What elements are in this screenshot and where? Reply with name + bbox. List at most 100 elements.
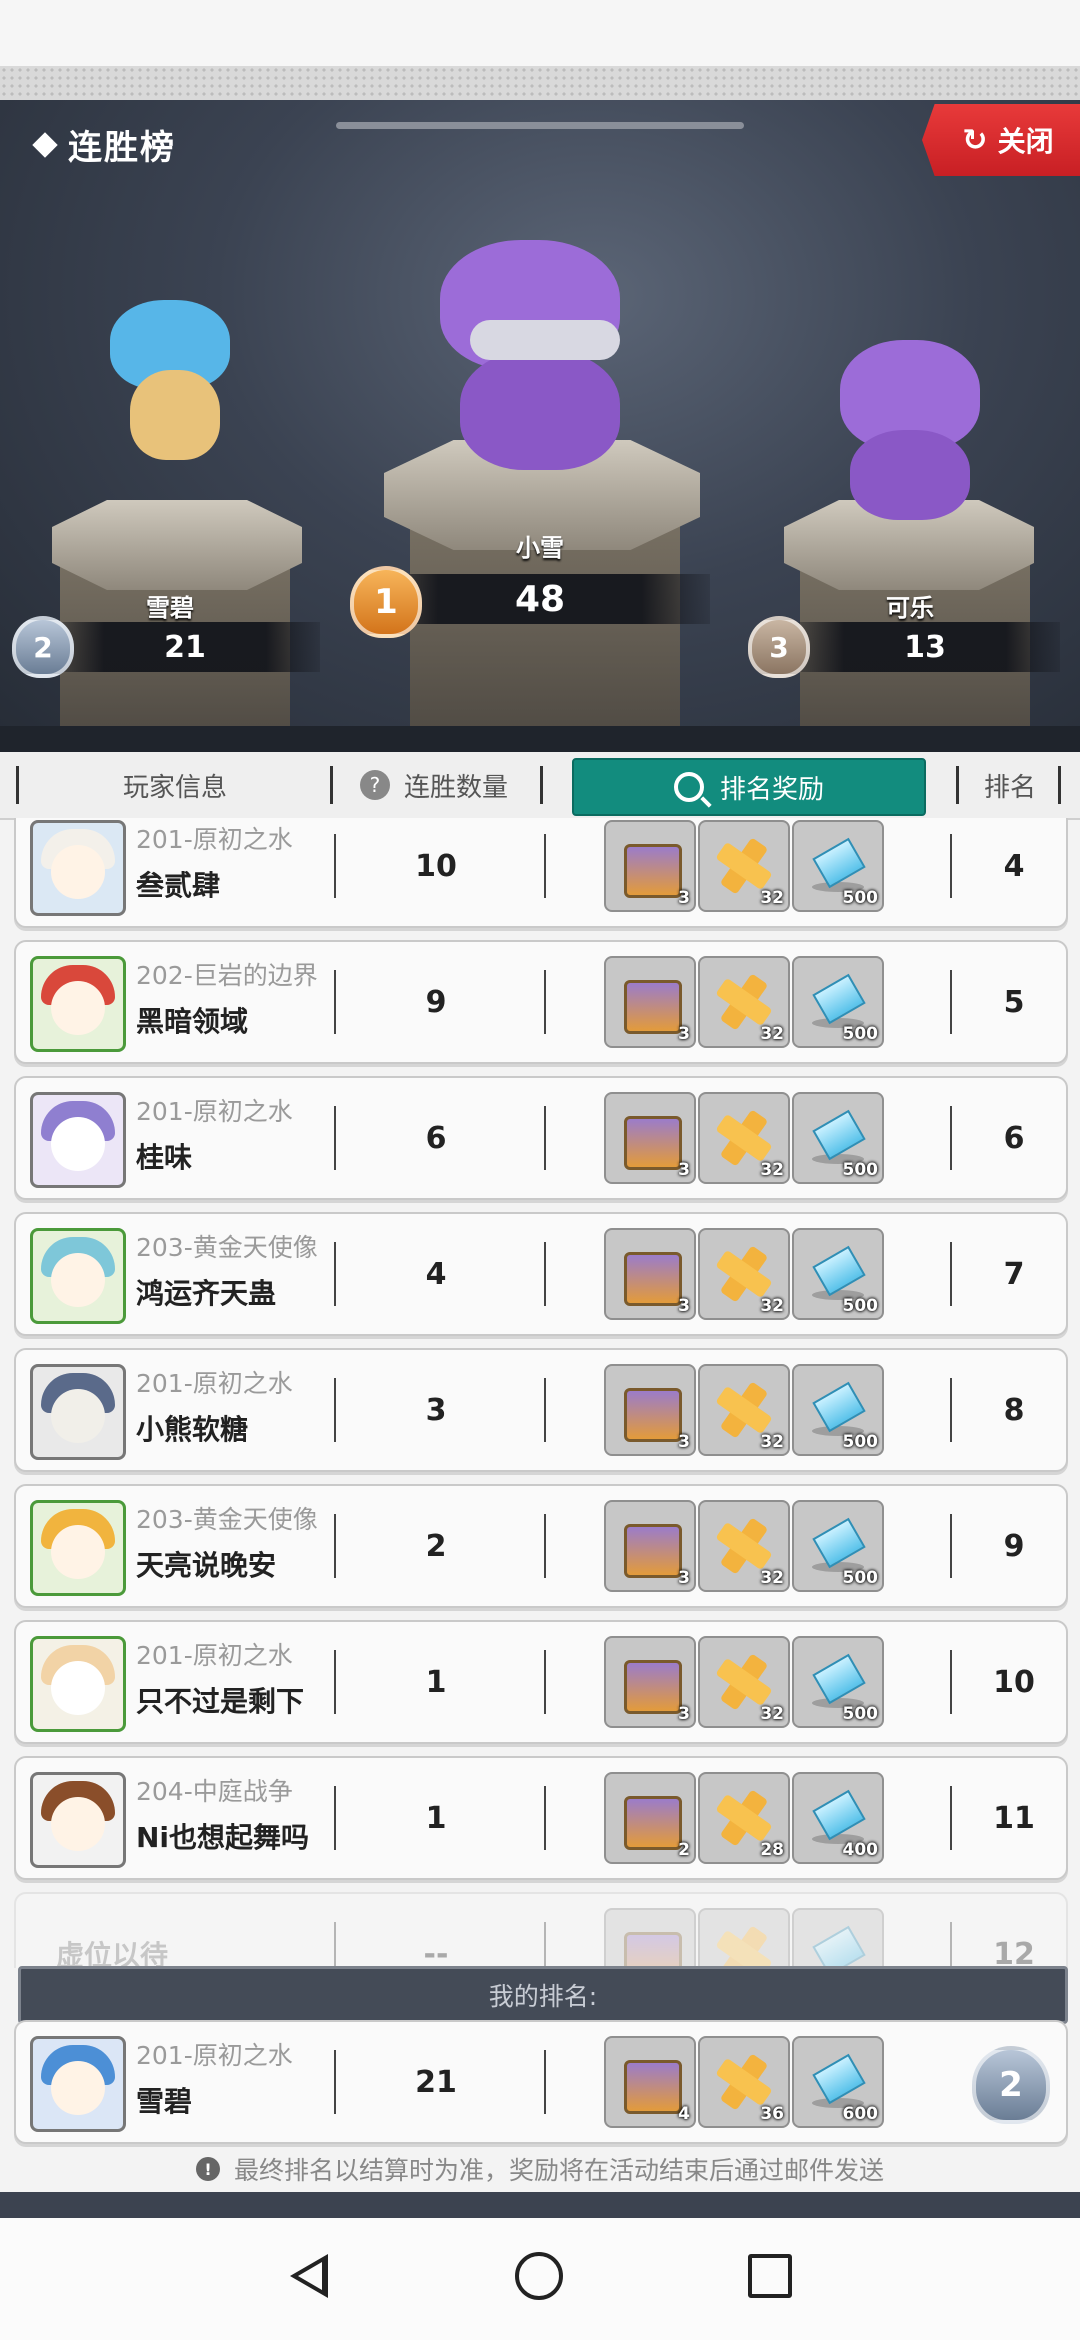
- reward-qty: 32: [760, 1296, 784, 1316]
- reward-qty: 500: [842, 1568, 879, 1588]
- rank-number: 12: [993, 1936, 1035, 1969]
- reward-gem[interactable]: 500: [792, 1500, 884, 1592]
- tab-rank[interactable]: 排名: [960, 752, 1060, 818]
- table-row[interactable]: 204-中庭战争 Ni也想起舞吗 1 2 28 400 11: [14, 1756, 1068, 1880]
- streak-count: 6: [425, 1120, 447, 1156]
- help-icon[interactable]: ?: [359, 770, 390, 800]
- player-name: 虚位以待: [56, 1939, 169, 1968]
- reward-material[interactable]: 32: [698, 1636, 790, 1728]
- reward-gem[interactable]: 500: [792, 1228, 884, 1320]
- reward-qty: 500: [842, 1704, 879, 1724]
- column-divider: [544, 1514, 546, 1578]
- diamond-icon: [32, 131, 58, 158]
- reward-chest[interactable]: 3: [604, 956, 696, 1048]
- diamond-gem-icon: [812, 1517, 866, 1569]
- table-row[interactable]: 203-黄金天使像 天亮说晚安 2 3 32 500 9: [14, 1484, 1068, 1608]
- column-divider: [950, 970, 952, 1034]
- gold-block-icon: [716, 2054, 772, 2110]
- reward-qty: 32: [760, 1568, 784, 1588]
- reward-qty: 3: [678, 1296, 690, 1316]
- footer-note: ! 最终排名以结算时为准，奖励将在活动结束后通过邮件发送: [0, 2148, 1080, 2190]
- tab-divider: [330, 766, 333, 804]
- tab-player-info[interactable]: 玩家信息: [20, 752, 330, 818]
- reward-qty: 400: [842, 1840, 879, 1860]
- reward-chest[interactable]: 3: [604, 1500, 696, 1592]
- reward-chest: [604, 1908, 696, 1968]
- rank-number: 7: [1003, 1256, 1025, 1292]
- bronze-medal-icon: 3: [748, 616, 810, 678]
- my-rank-header: 我的排名:: [18, 1966, 1068, 2024]
- system-nav-bar: [0, 2218, 1080, 2340]
- reward-material[interactable]: 32: [698, 1364, 790, 1456]
- avatar: [30, 956, 126, 1052]
- reward-gem[interactable]: 500: [792, 1636, 884, 1728]
- diamond-gem-icon: [812, 1653, 866, 1705]
- diamond-gem-icon: [812, 1925, 866, 1968]
- column-divider: [544, 834, 546, 898]
- table-row-placeholder: 虚位以待 -- 12: [14, 1892, 1068, 1968]
- podium-second-name: 雪碧: [146, 594, 194, 622]
- reward-chest[interactable]: 4: [604, 2036, 696, 2128]
- server-label: 203-黄金天使像: [136, 1233, 318, 1262]
- column-divider: [544, 1106, 546, 1170]
- reward-material[interactable]: 32: [698, 1500, 790, 1592]
- diamond-gem-icon: [812, 1109, 866, 1161]
- reward-qty: 4: [678, 2104, 690, 2124]
- server-label: 204-中庭战争: [136, 1777, 293, 1806]
- player-name: 雪碧: [136, 2085, 193, 2118]
- server-label: 202-巨岩的边界: [136, 961, 318, 990]
- status-bar: [0, 0, 1080, 66]
- table-row[interactable]: 203-黄金天使像 鸿运齐天蛊 4 3 32 500 7: [14, 1212, 1068, 1336]
- reward-gem[interactable]: 400: [792, 1772, 884, 1864]
- reward-material[interactable]: 32: [698, 820, 790, 912]
- rank-number: 9: [1003, 1528, 1025, 1564]
- home-icon[interactable]: [515, 2252, 563, 2300]
- reward-gem[interactable]: 600: [792, 2036, 884, 2128]
- table-row[interactable]: 201-原初之水 桂味 6 3 32 500 6: [14, 1076, 1068, 1200]
- reward-qty: 28: [760, 1840, 784, 1860]
- reward-chest[interactable]: 3: [604, 1364, 696, 1456]
- back-icon[interactable]: [290, 2254, 328, 2298]
- recent-apps-icon[interactable]: [748, 2254, 792, 2298]
- reward-chest[interactable]: 3: [604, 820, 696, 912]
- reward-gem[interactable]: 500: [792, 820, 884, 912]
- reward-qty: 500: [842, 1160, 879, 1180]
- reward-material[interactable]: 32: [698, 956, 790, 1048]
- gold-medal-icon: 1: [350, 566, 422, 638]
- reward-chest[interactable]: 3: [604, 1228, 696, 1320]
- my-rank-row[interactable]: 201-原初之水 雪碧 21 4 36 600 2: [14, 2020, 1068, 2144]
- reward-gem[interactable]: 500: [792, 1364, 884, 1456]
- table-row[interactable]: 201-原初之水 小熊软糖 3 3 32 500 8: [14, 1348, 1068, 1472]
- reward-chest[interactable]: 3: [604, 1092, 696, 1184]
- reward-material[interactable]: 32: [698, 1092, 790, 1184]
- reward-qty: 500: [842, 1432, 879, 1452]
- gold-block-icon: [716, 1518, 772, 1574]
- player-name: 小熊软糖: [136, 1413, 249, 1446]
- reward-chest[interactable]: 3: [604, 1636, 696, 1728]
- tab-divider: [16, 766, 19, 804]
- close-button[interactable]: ↻ 关闭: [922, 104, 1080, 176]
- reward-gem[interactable]: 500: [792, 1092, 884, 1184]
- reward-qty: 2: [678, 1840, 690, 1860]
- reward-material[interactable]: 32: [698, 1228, 790, 1320]
- tab-rank-rewards[interactable]: 排名奖励: [572, 758, 926, 816]
- table-row[interactable]: 201-原初之水 叁贰肆 10 3 32 500 4: [14, 818, 1068, 928]
- podium-third-score: 13: [790, 622, 1060, 672]
- tab-streak-count[interactable]: ? 连胜数量: [334, 752, 534, 818]
- rank-number: 5: [1003, 984, 1025, 1020]
- tab-bar: 玩家信息 ? 连胜数量 排名奖励 排名: [0, 752, 1080, 820]
- reward-material[interactable]: 36: [698, 2036, 790, 2128]
- reward-material[interactable]: 28: [698, 1772, 790, 1864]
- leaderboard-list[interactable]: 201-原初之水 叁贰肆 10 3 32 500 4 202-巨岩的边界 黑暗领…: [0, 818, 1080, 1968]
- diamond-gem-icon: [812, 1245, 866, 1297]
- reward-gem: [792, 1908, 884, 1968]
- gold-block-icon: [716, 1110, 772, 1166]
- player-name: 叁贰肆: [136, 869, 221, 902]
- reward-gem[interactable]: 500: [792, 956, 884, 1048]
- table-row[interactable]: 202-巨岩的边界 黑暗领域 9 3 32 500 5: [14, 940, 1068, 1064]
- column-divider: [544, 1650, 546, 1714]
- reward-chest[interactable]: 2: [604, 1772, 696, 1864]
- server-label: 201-原初之水: [136, 1641, 293, 1670]
- table-row[interactable]: 201-原初之水 只不过是剩下 1 3 32 500 10: [14, 1620, 1068, 1744]
- drag-handle[interactable]: [336, 122, 744, 129]
